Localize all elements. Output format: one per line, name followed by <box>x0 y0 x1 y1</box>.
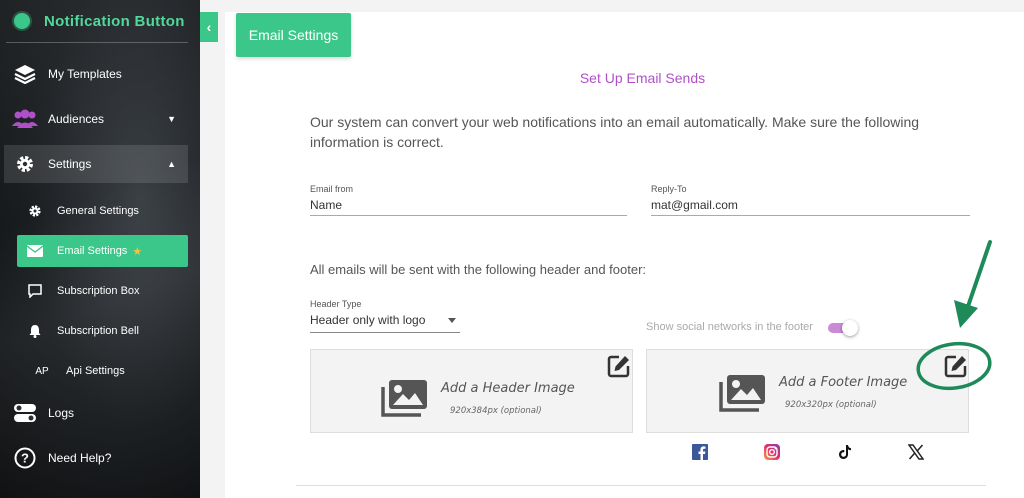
social-toggle-label: Show social networks in the footer <box>646 321 813 333</box>
svg-text:?: ? <box>21 451 29 466</box>
sidebar-item-need-help[interactable]: ? Need Help? <box>4 439 188 477</box>
edit-footer-icon[interactable] <box>944 354 968 378</box>
social-toggle[interactable] <box>828 320 858 336</box>
chat-box-icon <box>25 282 45 300</box>
intro-text: Our system can convert your web notifica… <box>310 114 920 150</box>
setup-title: Set Up Email Sends <box>579 70 706 86</box>
image-icon <box>719 374 767 417</box>
header-image-hint: 920x384px (optional) <box>450 406 542 416</box>
sidebar-item-settings[interactable]: Settings ▲ <box>4 145 188 183</box>
image-icon <box>381 379 429 422</box>
brand-title: Notification Button <box>44 12 185 30</box>
caret-up-icon: ▲ <box>167 159 176 169</box>
sidebar-subitem-label: Api Settings <box>66 365 125 377</box>
facebook-icon[interactable] <box>691 443 709 461</box>
caret-down-icon: ▼ <box>167 114 176 124</box>
sidebar-item-logs[interactable]: Logs <box>4 394 188 432</box>
chevron-left-icon: ‹ <box>206 19 212 35</box>
sidebar-subitem-label: Email Settings <box>57 245 128 257</box>
edit-header-icon[interactable] <box>607 354 631 378</box>
email-from-input[interactable]: Name <box>310 198 627 216</box>
layers-icon <box>12 63 38 85</box>
reply-to-label: Reply-To <box>651 184 687 194</box>
sidebar-subitem-label: General Settings <box>57 205 139 217</box>
footer-image-title: Add a Footer Image <box>779 375 908 390</box>
toggle-knob <box>842 320 858 336</box>
sidebar-subitem-subscription-bell[interactable]: Subscription Bell <box>17 315 188 347</box>
sidebar: Notification Button My Templates Audienc… <box>0 0 200 498</box>
sidebar-subitem-subscription-box[interactable]: Subscription Box <box>17 275 188 307</box>
brand[interactable]: Notification Button <box>0 0 200 42</box>
section-divider <box>296 485 986 486</box>
sidebar-subitem-api-settings[interactable]: AP Api Settings <box>22 355 193 387</box>
sidebar-item-label: Audiences <box>48 112 105 126</box>
bell-icon <box>25 322 45 340</box>
envelope-icon <box>25 242 45 260</box>
header-type-select[interactable]: Header only with logo <box>310 313 460 333</box>
help-icon: ? <box>12 447 38 469</box>
sidebar-item-my-templates[interactable]: My Templates <box>4 55 188 93</box>
sidebar-subitem-email-settings[interactable]: Email Settings ★ <box>17 235 188 267</box>
tiktok-icon[interactable] <box>836 443 854 461</box>
x-icon[interactable] <box>907 443 925 461</box>
sidebar-subitem-label: Subscription Bell <box>57 325 139 337</box>
sidebar-subitem-label: Subscription Box <box>57 285 140 297</box>
header-image-title: Add a Header Image <box>441 381 575 396</box>
footer-image-box[interactable]: Add a Footer Image 920x320px (optional) <box>646 349 969 433</box>
sidebar-item-audiences[interactable]: Audiences ▼ <box>4 100 188 138</box>
instagram-icon[interactable] <box>763 443 781 461</box>
sidebar-item-label: Settings <box>48 157 92 171</box>
footer-image-hint: 920x320px (optional) <box>785 400 877 410</box>
collapse-sidebar-button[interactable]: ‹ <box>200 12 218 42</box>
tab-email-settings[interactable]: Email Settings <box>236 13 351 57</box>
gear-icon <box>12 153 38 175</box>
toggle-list-icon <box>12 402 38 424</box>
gear-icon <box>25 202 45 220</box>
header-type-value: Header only with logo <box>310 313 426 327</box>
reply-to-input[interactable]: mat@gmail.com <box>651 198 970 216</box>
sidebar-subitem-general-settings[interactable]: General Settings <box>17 195 188 227</box>
users-icon <box>12 108 38 130</box>
brand-logo-icon <box>14 13 30 29</box>
email-from-label: Email from <box>310 184 354 194</box>
api-text-icon: AP <box>35 365 49 377</box>
header-image-box[interactable]: Add a Header Image 920x384px (optional) <box>310 349 633 433</box>
header-footer-text: All emails will be sent with the followi… <box>310 262 647 277</box>
header-type-label: Header Type <box>310 299 362 309</box>
sidebar-item-label: Logs <box>48 406 75 420</box>
star-icon: ★ <box>132 245 143 258</box>
sidebar-item-label: Need Help? <box>48 451 112 465</box>
brand-divider <box>6 42 188 43</box>
sidebar-item-label: My Templates <box>48 67 122 81</box>
caret-down-icon <box>448 318 456 323</box>
